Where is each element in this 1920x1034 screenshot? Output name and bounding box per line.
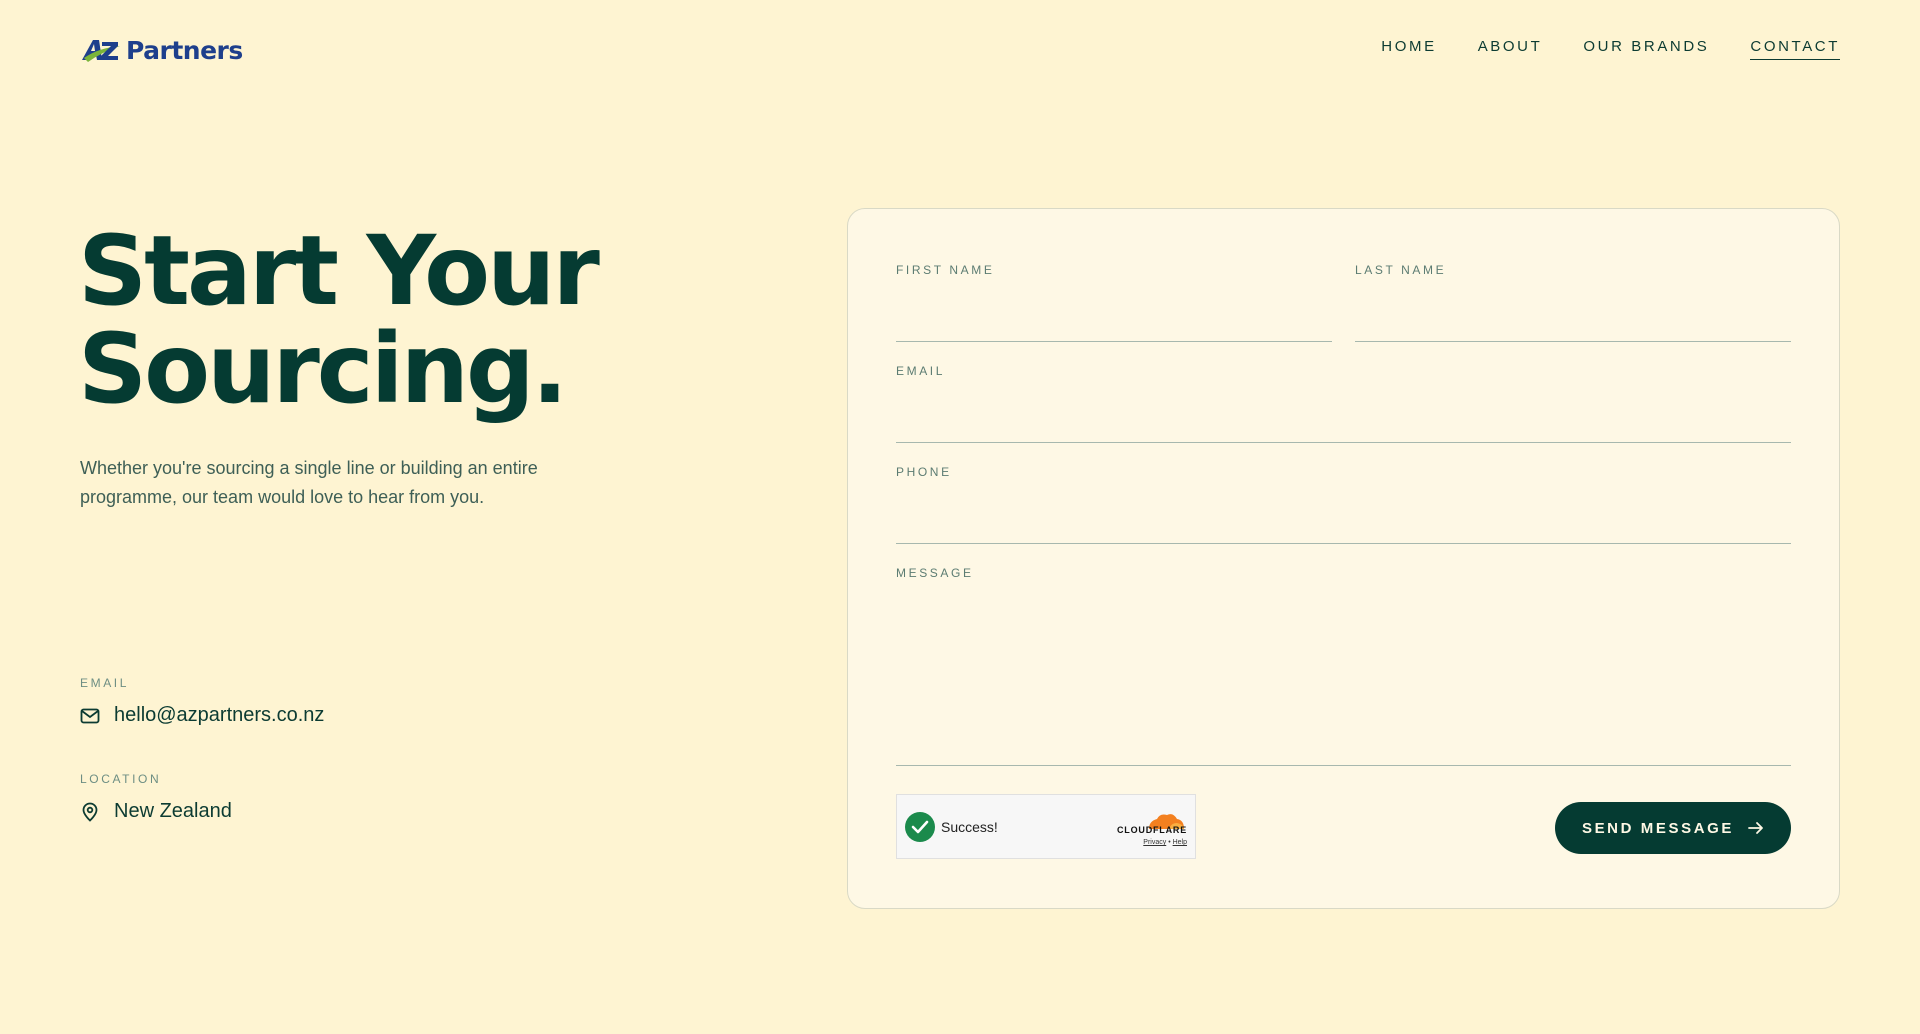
az-logo-icon bbox=[82, 40, 120, 62]
success-check-icon bbox=[905, 812, 935, 842]
message-field: MESSAGE bbox=[896, 566, 1791, 766]
location-info-label: LOCATION bbox=[80, 772, 162, 786]
first-name-underline bbox=[896, 341, 1332, 342]
nav-our-brands[interactable]: OUR BRANDS bbox=[1583, 38, 1709, 60]
logo[interactable]: Partners bbox=[80, 34, 243, 66]
captcha-widget[interactable]: Success! CLOUDFLARE Privacy • Help bbox=[896, 794, 1196, 859]
map-pin-icon bbox=[82, 802, 98, 822]
phone-underline bbox=[896, 543, 1791, 544]
message-label: MESSAGE bbox=[896, 566, 974, 580]
last-name-field: LAST NAME bbox=[1355, 263, 1791, 342]
message-underline bbox=[896, 765, 1791, 766]
title-line-1: Start Your bbox=[78, 215, 600, 327]
message-input[interactable] bbox=[896, 596, 1791, 764]
last-name-input[interactable] bbox=[1355, 320, 1791, 340]
page-subtitle: Whether you're sourcing a single line or… bbox=[80, 458, 538, 507]
title-line-2: Sourcing. bbox=[78, 313, 568, 425]
main-nav: HOME ABOUT OUR BRANDS CONTACT bbox=[1381, 38, 1840, 60]
first-name-field: FIRST NAME bbox=[896, 263, 1332, 342]
email-label: EMAIL bbox=[896, 364, 946, 378]
location-info: New Zealand bbox=[80, 800, 232, 823]
nav-contact[interactable]: CONTACT bbox=[1750, 38, 1840, 60]
captcha-help-link[interactable]: Help bbox=[1173, 839, 1187, 846]
site-header: Partners HOME ABOUT OUR BRANDS CONTACT bbox=[0, 0, 1920, 100]
location-text: New Zealand bbox=[114, 800, 232, 822]
email-input[interactable] bbox=[896, 421, 1791, 441]
captcha-links: Privacy • Help bbox=[1143, 839, 1187, 846]
nav-home[interactable]: HOME bbox=[1381, 38, 1436, 60]
phone-field: PHONE bbox=[896, 465, 1791, 544]
captcha-links-separator: • bbox=[1168, 839, 1171, 846]
first-name-label: FIRST NAME bbox=[896, 263, 995, 277]
arrow-right-icon bbox=[1748, 822, 1763, 834]
cloudflare-logo-text: CLOUDFLARE bbox=[1117, 825, 1187, 835]
send-message-button[interactable]: SEND MESSAGE bbox=[1555, 802, 1791, 854]
phone-label: PHONE bbox=[896, 465, 952, 479]
last-name-label: LAST NAME bbox=[1355, 263, 1447, 277]
captcha-status: Success! bbox=[941, 819, 998, 835]
last-name-underline bbox=[1355, 341, 1791, 342]
contact-form: FIRST NAME LAST NAME EMAIL PHONE MESSAGE… bbox=[847, 208, 1840, 909]
email-underline bbox=[896, 442, 1791, 443]
logo-text: Partners bbox=[126, 35, 243, 65]
email-info: hello@azpartners.co.nz bbox=[80, 704, 324, 727]
send-message-label: SEND MESSAGE bbox=[1581, 819, 1735, 837]
nav-about[interactable]: ABOUT bbox=[1478, 38, 1543, 60]
captcha-privacy-link[interactable]: Privacy bbox=[1143, 839, 1166, 846]
mail-icon bbox=[80, 708, 100, 723]
page-title: Start Your Sourcing. bbox=[78, 222, 600, 418]
first-name-input[interactable] bbox=[896, 320, 1332, 340]
email-link[interactable]: hello@azpartners.co.nz bbox=[114, 704, 324, 727]
phone-input[interactable] bbox=[896, 522, 1791, 542]
email-info-label: EMAIL bbox=[80, 676, 130, 690]
email-field: EMAIL bbox=[896, 364, 1791, 443]
